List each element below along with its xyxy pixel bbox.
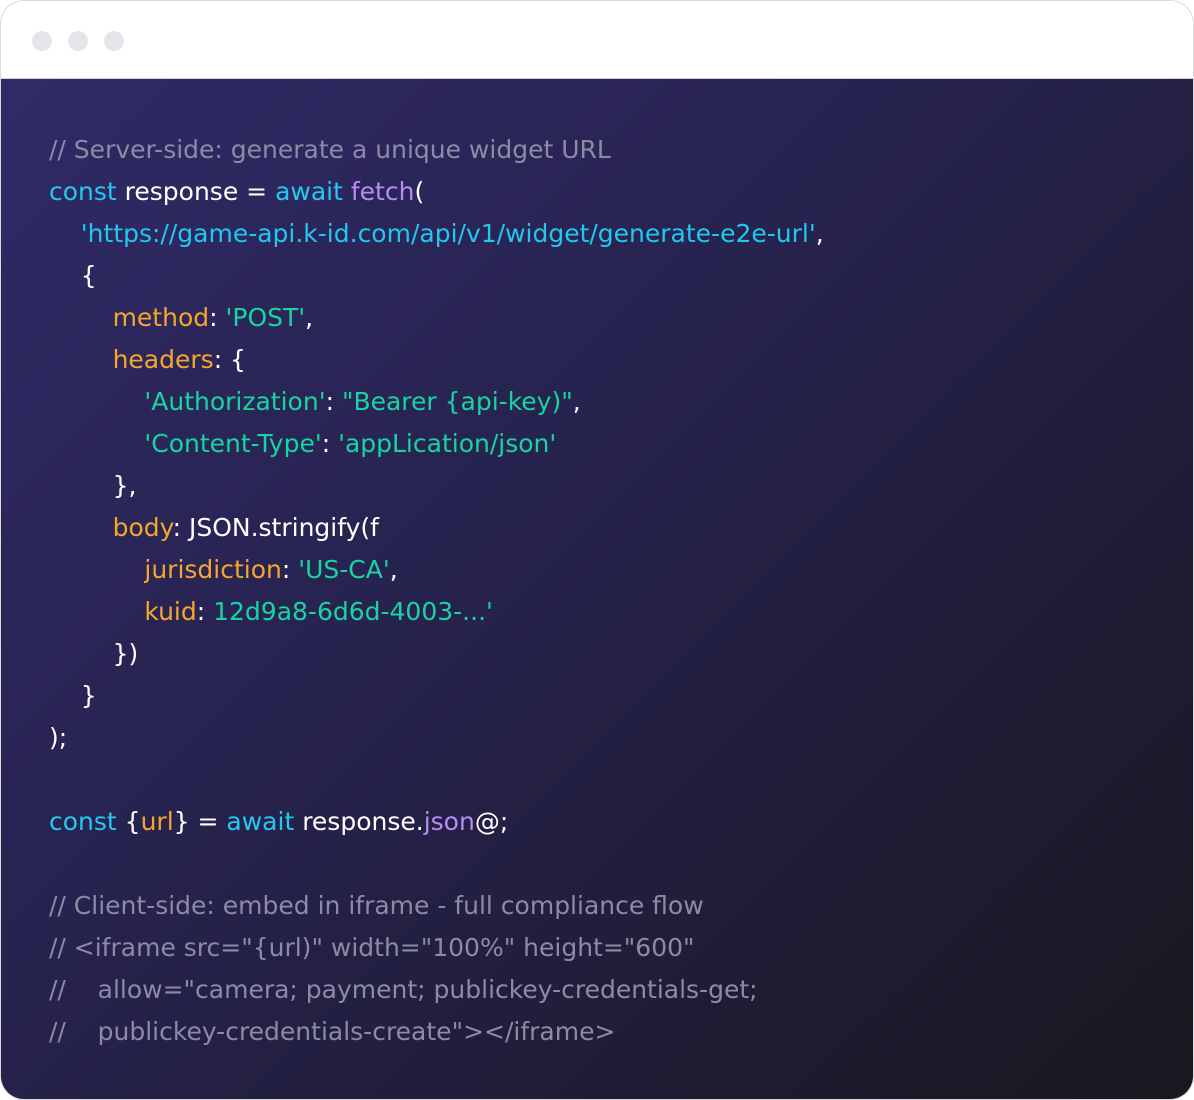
minimize-window-dot-icon[interactable] bbox=[68, 31, 88, 51]
code-token: kuid bbox=[144, 597, 197, 626]
code-token: // allow="camera; payment; publickey-cre… bbox=[49, 975, 758, 1004]
code-line: 'https://game-api.k-id.com/api/v1/widget… bbox=[49, 213, 824, 255]
code-line: kuid: 12d9a8-6d6d-4003-...' bbox=[49, 591, 824, 633]
code-token: 'https://game-api.k-id.com/api/v1/widget… bbox=[80, 219, 816, 248]
code-editor: // Server-side: generate a unique widget… bbox=[1, 79, 1193, 1099]
code-token: : { bbox=[213, 345, 246, 374]
code-token: 'POST' bbox=[225, 303, 306, 332]
code-token: "Bearer {api-key)" bbox=[341, 387, 573, 416]
code-token: 'appLication/json' bbox=[338, 429, 557, 458]
code-line: method: 'POST', bbox=[49, 297, 824, 339]
code-token: const bbox=[49, 177, 117, 206]
code-line: { bbox=[49, 255, 824, 297]
code-token: { bbox=[49, 261, 97, 290]
code-line: ); bbox=[49, 717, 824, 759]
code-token: method bbox=[112, 303, 210, 332]
code-line: 'Authorization': "Bearer {api-key)", bbox=[49, 381, 824, 423]
code-line: headers: { bbox=[49, 339, 824, 381]
code-line: } bbox=[49, 675, 824, 717]
code-token: }) bbox=[49, 639, 139, 668]
code-line: 'Content-Type': 'appLication/json' bbox=[49, 423, 824, 465]
code-line: // Client-side: embed in iframe - full c… bbox=[49, 885, 824, 927]
code-token: } bbox=[49, 681, 97, 710]
code-token: ); bbox=[49, 723, 68, 752]
maximize-window-dot-icon[interactable] bbox=[104, 31, 124, 51]
code-token: } = bbox=[173, 807, 227, 836]
code-token: // <iframe src="{url)" width="100%" heig… bbox=[49, 933, 695, 962]
code-line: body: JSON.stringify(f bbox=[49, 507, 824, 549]
code-token: { bbox=[116, 807, 141, 836]
code-line: // allow="camera; payment; publickey-cre… bbox=[49, 969, 824, 1011]
code-token: 'Content-Type' bbox=[144, 429, 322, 458]
code-token: : bbox=[281, 555, 299, 584]
close-window-dot-icon[interactable] bbox=[32, 31, 52, 51]
code-line: const response = await fetch( bbox=[49, 171, 824, 213]
code-token: : bbox=[325, 387, 342, 416]
code-token: : bbox=[209, 303, 226, 332]
code-token: headers bbox=[112, 345, 214, 374]
code-token: await bbox=[226, 807, 295, 836]
code-line: const {url} = await response.json@; bbox=[49, 801, 824, 843]
code-token: // Client-side: embed in iframe - full c… bbox=[49, 891, 704, 920]
code-token: url bbox=[140, 807, 174, 836]
code-token: , bbox=[389, 555, 398, 584]
code-token: 'Authorization' bbox=[144, 387, 326, 416]
code-token: @; bbox=[474, 807, 509, 836]
code-token: 12d9a8-6d6d-4003-...' bbox=[213, 597, 493, 626]
code-token: }, bbox=[49, 471, 137, 500]
code-token: // Server-side: generate a unique widget… bbox=[49, 135, 611, 164]
code-token: jurisdiction bbox=[144, 555, 282, 584]
code-line: }, bbox=[49, 465, 824, 507]
code-token: , bbox=[815, 219, 824, 248]
code-token: : bbox=[321, 429, 339, 458]
code-token: fetch bbox=[350, 177, 415, 206]
code-token: : bbox=[196, 597, 214, 626]
code-token: const bbox=[49, 807, 117, 836]
code-token: await bbox=[275, 177, 343, 206]
code-token: , bbox=[305, 303, 314, 332]
code-line: jurisdiction: 'US-CA', bbox=[49, 549, 824, 591]
code-block: // Server-side: generate a unique widget… bbox=[49, 129, 824, 1053]
code-line: }) bbox=[49, 633, 824, 675]
code-line: // <iframe src="{url)" width="100%" heig… bbox=[49, 927, 824, 969]
code-token: 'US-CA' bbox=[298, 555, 390, 584]
code-token: , bbox=[572, 387, 581, 416]
code-line: // Server-side: generate a unique widget… bbox=[49, 129, 824, 171]
code-line: // publickey-credentials-create"></ifram… bbox=[49, 1011, 824, 1053]
code-token: response. bbox=[294, 807, 424, 836]
code-token: : JSON.stringify(f bbox=[172, 513, 379, 542]
code-window: // Server-side: generate a unique widget… bbox=[0, 0, 1194, 1100]
code-token: // publickey-credentials-create"></ifram… bbox=[49, 1017, 616, 1046]
code-token: json bbox=[423, 807, 475, 836]
code-token: body bbox=[112, 513, 173, 542]
window-title-bar bbox=[1, 1, 1193, 79]
code-token: ( bbox=[414, 177, 425, 206]
code-token: response = bbox=[116, 177, 276, 206]
